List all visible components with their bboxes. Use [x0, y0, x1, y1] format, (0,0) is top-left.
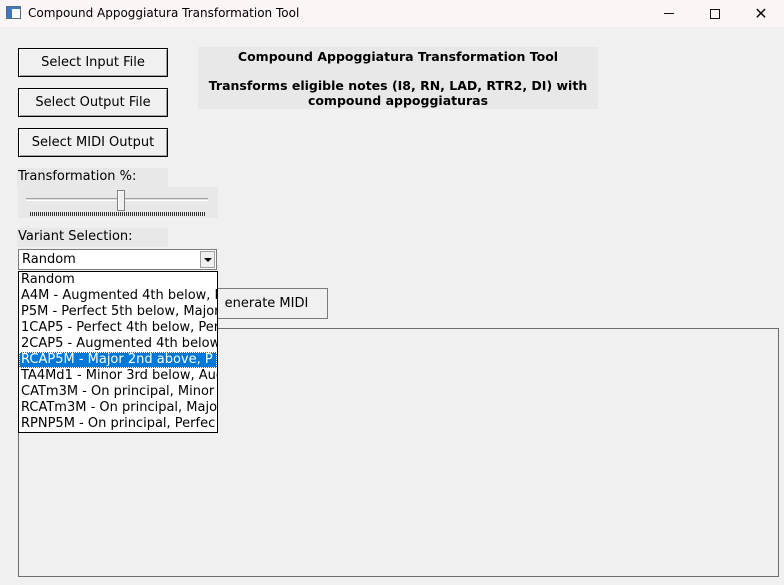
- select-input-file-button[interactable]: Select Input File: [18, 48, 168, 77]
- variant-combobox[interactable]: Random: [18, 249, 217, 270]
- app-icon: [6, 6, 21, 19]
- variant-option[interactable]: RCATm3M - On principal, Majo: [19, 400, 217, 416]
- slider-thumb[interactable]: [117, 190, 125, 211]
- generate-midi-button[interactable]: enerate MIDI: [205, 288, 328, 319]
- info-description: Transforms eligible notes (I8, RN, LAD, …: [208, 78, 588, 108]
- variant-option[interactable]: RCAP5M - Major 2nd above, P: [19, 352, 217, 368]
- variant-option[interactable]: Random: [19, 272, 217, 288]
- variant-option[interactable]: A4M - Augmented 4th below, M: [19, 288, 217, 304]
- transformation-slider[interactable]: [18, 187, 218, 218]
- variant-option[interactable]: RPNP5M - On principal, Perfec: [19, 416, 217, 432]
- variant-option[interactable]: 2CAP5 - Augmented 4th below,: [19, 336, 217, 352]
- info-panel: Compound Appoggiatura Transformation Too…: [198, 47, 598, 109]
- variant-option[interactable]: TA4Md1 - Minor 3rd below, Aug: [19, 368, 217, 384]
- variant-dropdown-list[interactable]: Random A4M - Augmented 4th below, M P5M - …: [18, 271, 218, 433]
- close-icon: ✕: [754, 3, 768, 23]
- variant-label: Variant Selection:: [17, 228, 168, 247]
- select-midi-output-button[interactable]: Select MIDI Output: [18, 128, 168, 157]
- main-panel: Select Input File Select Output File Sel…: [0, 27, 784, 585]
- maximize-icon: [710, 8, 720, 19]
- maximize-button[interactable]: [692, 0, 738, 27]
- slider-ticks: [30, 212, 206, 216]
- minimize-icon: [664, 13, 674, 14]
- variant-option[interactable]: P5M - Perfect 5th below, Major: [19, 304, 217, 320]
- variant-option[interactable]: CATm3M - On principal, Minor: [19, 384, 217, 400]
- title-bar: Compound Appoggiatura Transformation Too…: [0, 0, 784, 27]
- transformation-label: Transformation %:: [17, 168, 168, 187]
- minimize-button[interactable]: [646, 0, 692, 27]
- variant-selected-value: Random: [22, 252, 76, 267]
- info-title: Compound Appoggiatura Transformation Too…: [237, 49, 559, 64]
- chevron-down-icon[interactable]: [200, 251, 215, 268]
- generate-midi-label: enerate MIDI: [224, 296, 309, 311]
- variant-option[interactable]: 1CAP5 - Perfect 4th below, Per: [19, 320, 217, 336]
- select-output-file-button[interactable]: Select Output File: [18, 88, 168, 117]
- window-title: Compound Appoggiatura Transformation Too…: [28, 6, 300, 20]
- close-button[interactable]: ✕: [738, 0, 784, 27]
